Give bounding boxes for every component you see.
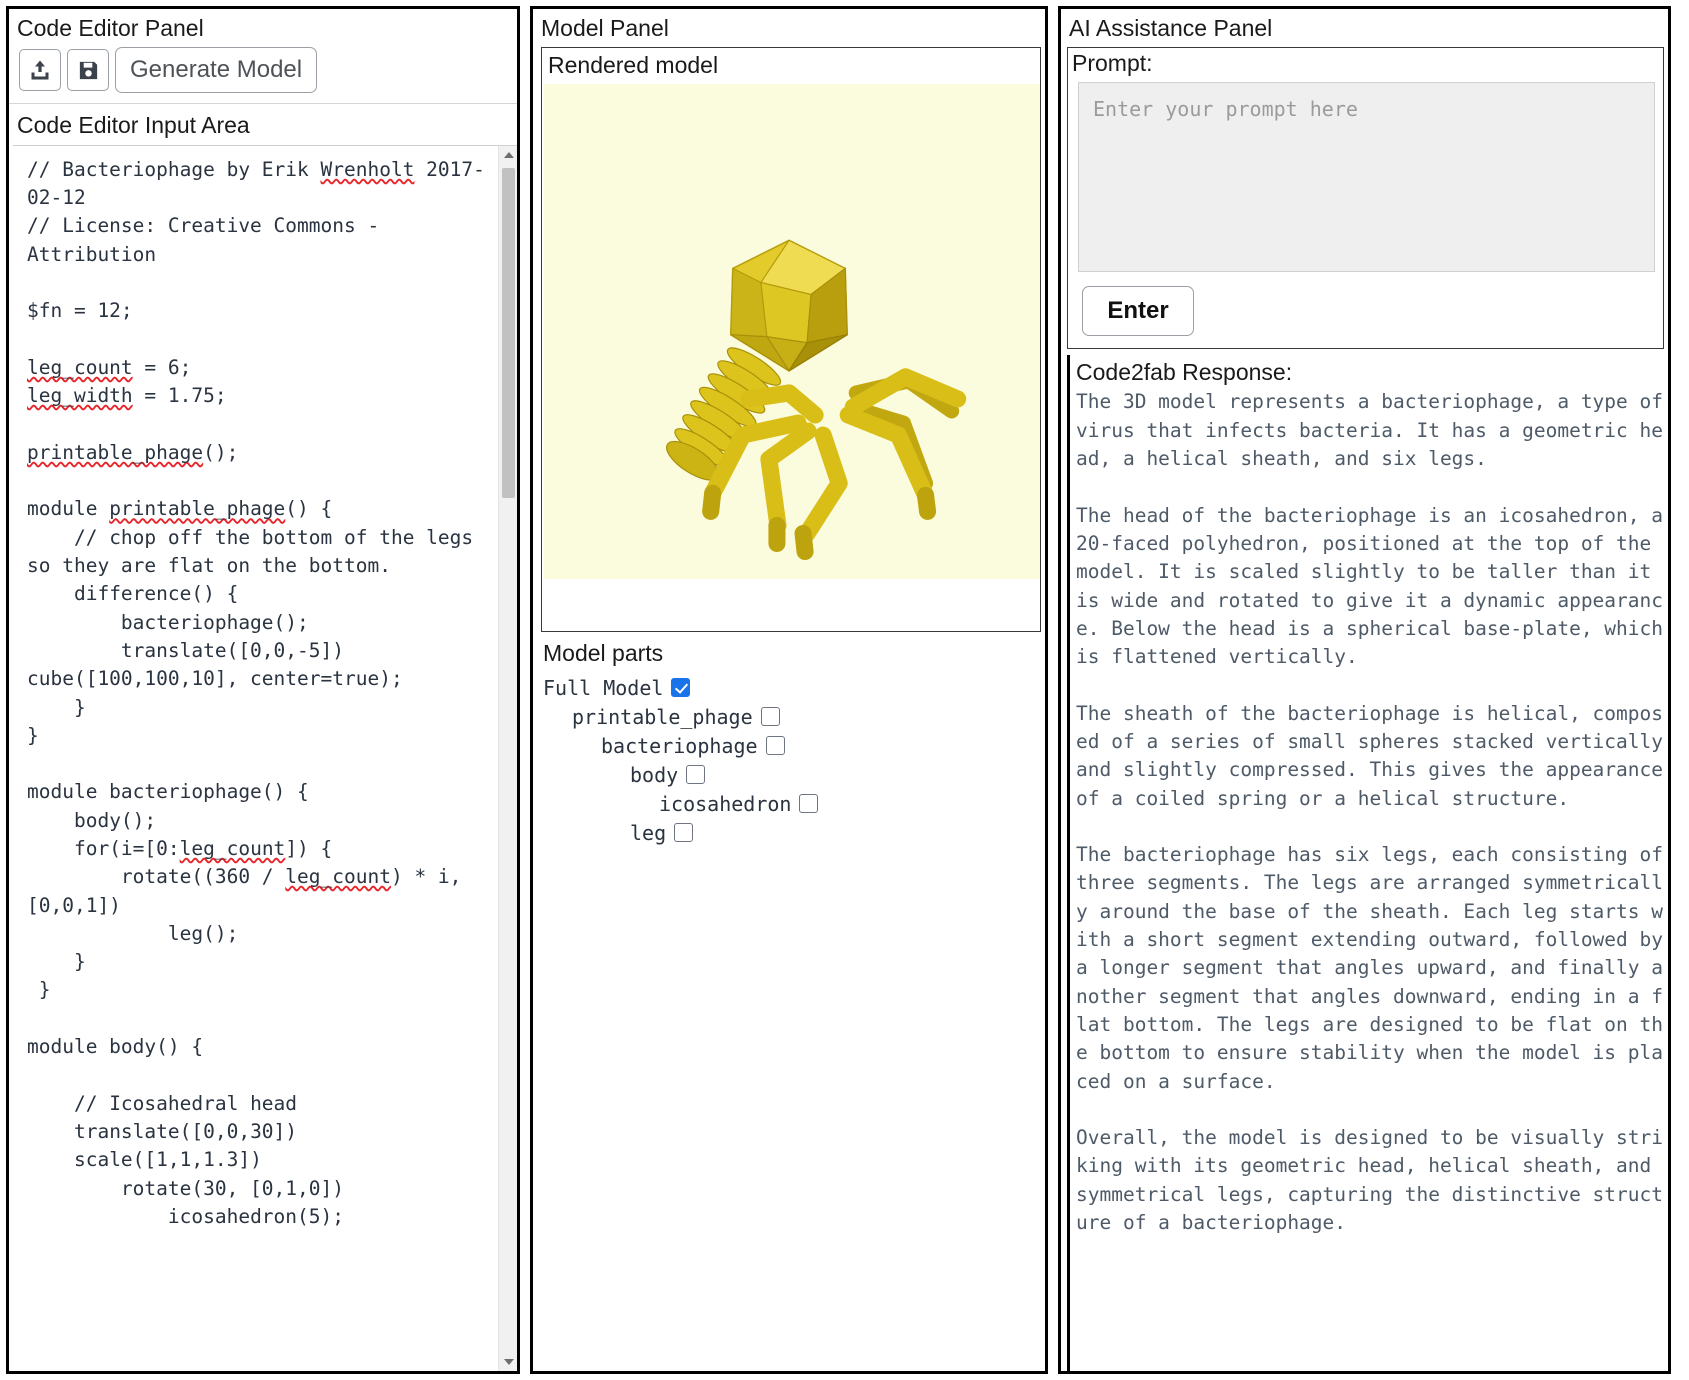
bacteriophage-3d-model (542, 84, 1040, 632)
model-part-row[interactable]: bacteriophage (601, 731, 785, 760)
model-part-row[interactable]: Full Model (543, 673, 690, 702)
prompt-section: Prompt: Enter (1067, 47, 1664, 349)
model-part-row[interactable]: icosahedron (659, 789, 818, 818)
code-editor-input-area[interactable]: // Bacteriophage by Erik Wrenholt 2017-0… (13, 146, 497, 1371)
model-part-checkbox[interactable] (671, 678, 690, 697)
generate-model-button[interactable]: Generate Model (115, 47, 317, 93)
model-part-row[interactable]: leg (630, 818, 693, 847)
code-editor-toolbar: Generate Model (9, 47, 517, 104)
response-section: Code2fab Response: The 3D model represen… (1067, 355, 1668, 1371)
model-viewport[interactable] (542, 84, 1040, 632)
enter-button[interactable]: Enter (1082, 286, 1194, 336)
model-part-label: leg (630, 821, 666, 845)
code-editor-input-area-label: Code Editor Input Area (9, 104, 517, 144)
code-editor-panel-title: Code Editor Panel (9, 9, 517, 47)
scrollbar-down-arrow[interactable] (499, 1352, 517, 1371)
model-parts-title: Model parts (533, 632, 1045, 673)
rendered-model-box: Rendered model (541, 47, 1041, 632)
code-editor-panel: Code Editor Panel (6, 6, 520, 1374)
model-part-label: Full Model (543, 676, 663, 700)
code-editor-scrollbar[interactable] (498, 146, 517, 1371)
prompt-input[interactable] (1078, 82, 1655, 272)
code-editor-scroll-region: // Bacteriophage by Erik Wrenholt 2017-0… (13, 145, 517, 1371)
rendered-model-label: Rendered model (542, 48, 1040, 83)
model-part-label: printable_phage (572, 705, 753, 729)
scrollbar-thumb[interactable] (502, 168, 515, 498)
model-part-checkbox[interactable] (761, 707, 780, 726)
model-part-checkbox[interactable] (766, 736, 785, 755)
model-panel: Model Panel Rendered model (530, 6, 1048, 1374)
response-text: The 3D model represents a bacteriophage,… (1074, 388, 1668, 1237)
model-part-row[interactable]: printable_phage (572, 702, 780, 731)
model-part-label: bacteriophage (601, 734, 758, 758)
model-part-row[interactable]: body (630, 760, 705, 789)
model-part-checkbox[interactable] (686, 765, 705, 784)
prompt-label: Prompt: (1068, 48, 1663, 82)
chevron-down-icon (504, 1359, 514, 1365)
ai-assistance-panel: AI Assistance Panel Prompt: Enter Code2f… (1058, 6, 1671, 1374)
model-part-label: body (630, 763, 678, 787)
response-title: Code2fab Response: (1074, 355, 1668, 388)
upload-icon-button[interactable] (19, 49, 61, 91)
model-part-checkbox[interactable] (799, 794, 818, 813)
scrollbar-up-arrow[interactable] (499, 146, 517, 165)
model-parts-tree: Full Model printable_phage bacteriophage bo… (533, 673, 1045, 847)
model-part-label: icosahedron (659, 792, 791, 816)
ai-assistance-panel-title: AI Assistance Panel (1061, 9, 1668, 47)
chevron-up-icon (504, 152, 514, 158)
app-root: Code Editor Panel (0, 0, 1689, 1380)
upload-icon (28, 58, 52, 82)
model-part-checkbox[interactable] (674, 823, 693, 842)
save-icon-button[interactable] (67, 49, 109, 91)
save-icon (77, 59, 100, 82)
model-panel-title: Model Panel (533, 9, 1045, 47)
